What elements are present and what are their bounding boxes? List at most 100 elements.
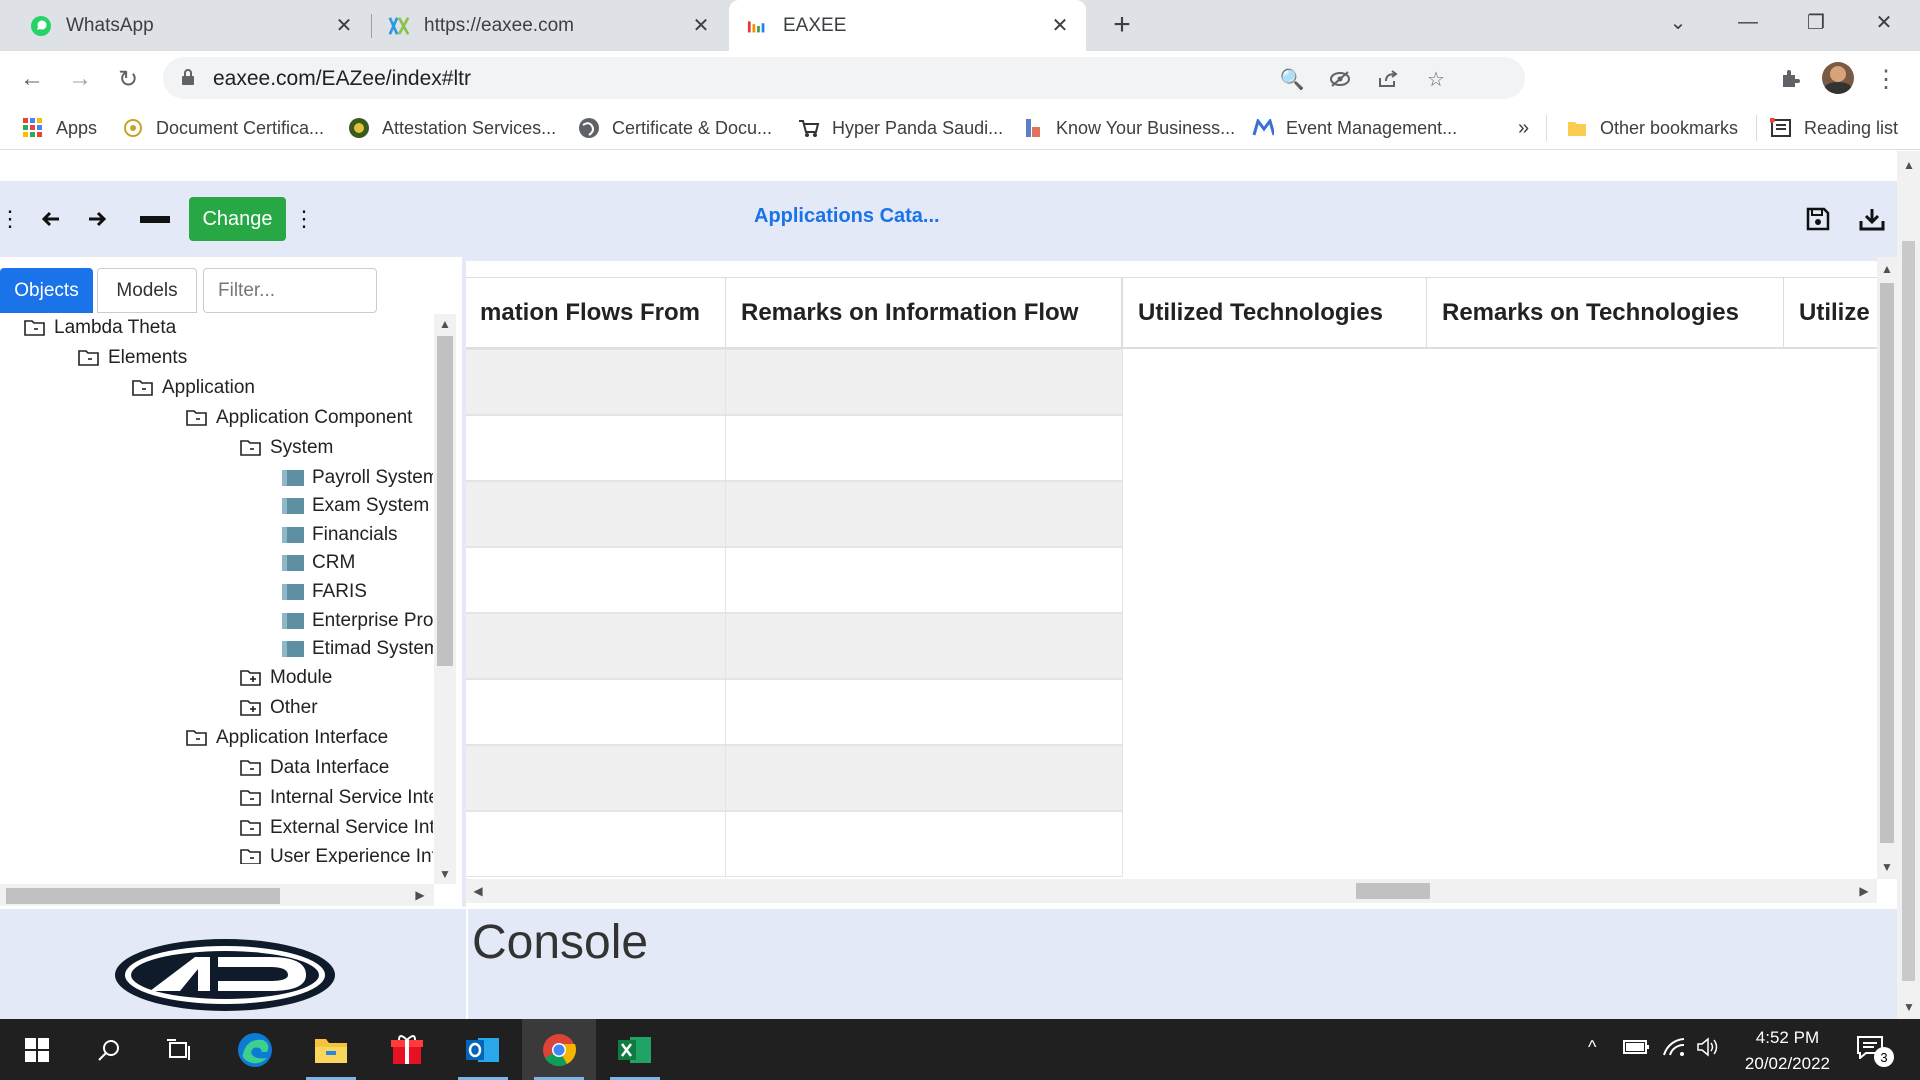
tree-node[interactable]: User Experience Int	[240, 843, 433, 864]
tree-node[interactable]: Exam System	[282, 492, 429, 520]
folder-icon[interactable]	[78, 348, 100, 368]
minimize-icon[interactable]: —	[1714, 0, 1782, 44]
tree-node[interactable]: Application	[132, 374, 255, 402]
other-bookmarks-folder[interactable]: Other bookmarks	[1566, 115, 1738, 141]
address-bar[interactable]: eaxee.com/EAZee/index#ltr 🔍 ☆	[163, 57, 1525, 99]
close-window-icon[interactable]: ✕	[1850, 0, 1918, 44]
grid-header-remarks-information-flow[interactable]: Remarks on Information Flow	[725, 277, 1122, 349]
filter-input[interactable]	[203, 268, 377, 313]
folder-icon[interactable]	[132, 378, 154, 398]
undo-arrow-icon[interactable]	[36, 201, 66, 237]
tracking-blocked-icon[interactable]	[1327, 66, 1353, 92]
grid-cell[interactable]	[725, 415, 1123, 481]
bookmark-hyper-panda[interactable]: Hyper Panda Saudi...	[798, 115, 1003, 141]
component-icon[interactable]	[282, 470, 304, 486]
chrome-icon[interactable]	[522, 1019, 596, 1080]
grid-cell[interactable]	[466, 547, 726, 613]
edge-icon[interactable]	[218, 1019, 292, 1080]
tree-horizontal-scrollbar[interactable]: ▶	[0, 884, 434, 906]
scrollbar-thumb[interactable]	[1356, 883, 1430, 899]
search-icon[interactable]	[72, 1019, 146, 1080]
grid-cell[interactable]	[725, 481, 1123, 547]
grid-cell[interactable]	[466, 415, 726, 481]
tab-whatsapp[interactable]: WhatsApp ✕	[0, 0, 370, 51]
scrollbar-thumb[interactable]	[1880, 283, 1894, 843]
folder-expand-icon[interactable]	[240, 668, 262, 688]
task-view-icon[interactable]	[142, 1019, 216, 1080]
component-icon[interactable]	[282, 498, 304, 514]
tree-node[interactable]: Internal Service Inte	[240, 784, 433, 812]
component-icon[interactable]	[282, 613, 304, 629]
bookmark-attestation-services[interactable]: Attestation Services...	[348, 115, 556, 141]
wifi-icon[interactable]	[1662, 1037, 1686, 1062]
tree-node[interactable]: System	[240, 434, 333, 462]
grid-cell[interactable]	[466, 745, 726, 811]
folder-icon[interactable]	[240, 847, 262, 864]
page-scrollbar[interactable]: ▲ ▼	[1897, 151, 1920, 1019]
folder-expand-icon[interactable]	[240, 698, 262, 718]
grid-cell[interactable]	[466, 679, 726, 745]
scroll-right-icon[interactable]: ▶	[412, 887, 428, 903]
scrollbar-thumb[interactable]	[437, 336, 453, 666]
grid-cell[interactable]	[466, 613, 726, 679]
bookmark-know-your-business[interactable]: Know Your Business...	[1022, 115, 1235, 141]
tree-node[interactable]: Other	[240, 694, 318, 722]
scroll-down-icon[interactable]: ▼	[1879, 859, 1895, 875]
forward-icon[interactable]: →	[64, 63, 96, 95]
scroll-right-icon[interactable]: ▶	[1856, 883, 1872, 899]
tab-eaxee-url[interactable]: https://eaxee.com ✕	[372, 0, 727, 51]
tree-node[interactable]: CRM	[282, 549, 355, 577]
tree-node[interactable]: Payroll System	[282, 464, 433, 492]
tab-eaxee-active[interactable]: EAXEE ✕	[729, 0, 1086, 51]
reload-icon[interactable]: ↻	[112, 63, 144, 95]
back-icon[interactable]: ←	[16, 63, 48, 95]
excel-icon[interactable]	[598, 1019, 672, 1080]
tree-node[interactable]: Application Component	[186, 404, 412, 432]
tree-node[interactable]: Etimad System	[282, 635, 433, 663]
reading-list-button[interactable]: Reading list	[1770, 115, 1898, 141]
tree-node[interactable]: Module	[240, 664, 332, 692]
scroll-down-icon[interactable]: ▼	[437, 866, 453, 882]
page-title[interactable]: Applications Cata...	[754, 205, 940, 228]
scrollbar-thumb[interactable]	[6, 888, 280, 904]
save-icon[interactable]	[1804, 201, 1832, 237]
grid-cell[interactable]	[725, 745, 1123, 811]
tree-node[interactable]: Application Interface	[186, 724, 388, 752]
more-options-icon[interactable]: ⋮	[293, 201, 315, 237]
tab-search-icon[interactable]: ⌄	[1644, 0, 1712, 44]
download-icon[interactable]	[1858, 201, 1886, 237]
component-icon[interactable]	[282, 584, 304, 600]
bookmark-document-certification[interactable]: Document Certifica...	[122, 115, 324, 141]
volume-icon[interactable]	[1696, 1037, 1720, 1062]
folder-icon[interactable]	[240, 758, 262, 778]
tree-scrollbar[interactable]: ▲ ▼	[434, 314, 456, 884]
grid-header-utilized-technologies[interactable]: Utilized Technologies	[1122, 277, 1427, 349]
bookmark-apps[interactable]: Apps	[22, 115, 97, 141]
grid-cell[interactable]	[725, 349, 1123, 415]
show-hidden-icons[interactable]: ^	[1588, 1037, 1596, 1058]
bookmark-star-icon[interactable]: ☆	[1423, 66, 1449, 92]
tree-node[interactable]: Elements	[78, 344, 187, 372]
grid-cell[interactable]	[725, 679, 1123, 745]
more-bookmarks-button[interactable]: »	[1518, 115, 1529, 141]
share-icon[interactable]	[1375, 66, 1401, 92]
minus-icon[interactable]	[138, 201, 172, 237]
tab-models[interactable]: Models	[97, 268, 197, 313]
extensions-icon[interactable]	[1774, 63, 1806, 95]
grid-header-remarks-technologies[interactable]: Remarks on Technologies	[1426, 277, 1784, 349]
component-icon[interactable]	[282, 527, 304, 543]
grid-scrollbar[interactable]: ▲ ▼	[1877, 257, 1897, 879]
bookmark-certificate-documents[interactable]: Certificate & Docu...	[578, 115, 772, 141]
folder-icon[interactable]	[240, 818, 262, 838]
grid-header-utilized[interactable]: Utilize	[1783, 277, 1877, 349]
scroll-left-icon[interactable]: ◀	[470, 883, 486, 899]
outlook-icon[interactable]	[446, 1019, 520, 1080]
folder-icon[interactable]	[240, 788, 262, 808]
redo-arrow-icon[interactable]	[82, 201, 112, 237]
grid-cell[interactable]	[466, 481, 726, 547]
scroll-down-icon[interactable]: ▼	[1901, 999, 1917, 1015]
scroll-up-icon[interactable]: ▲	[1901, 157, 1917, 173]
windows-start-icon[interactable]	[0, 1019, 74, 1080]
grid-cell[interactable]	[466, 349, 726, 415]
tab-objects[interactable]: Objects	[0, 268, 93, 313]
